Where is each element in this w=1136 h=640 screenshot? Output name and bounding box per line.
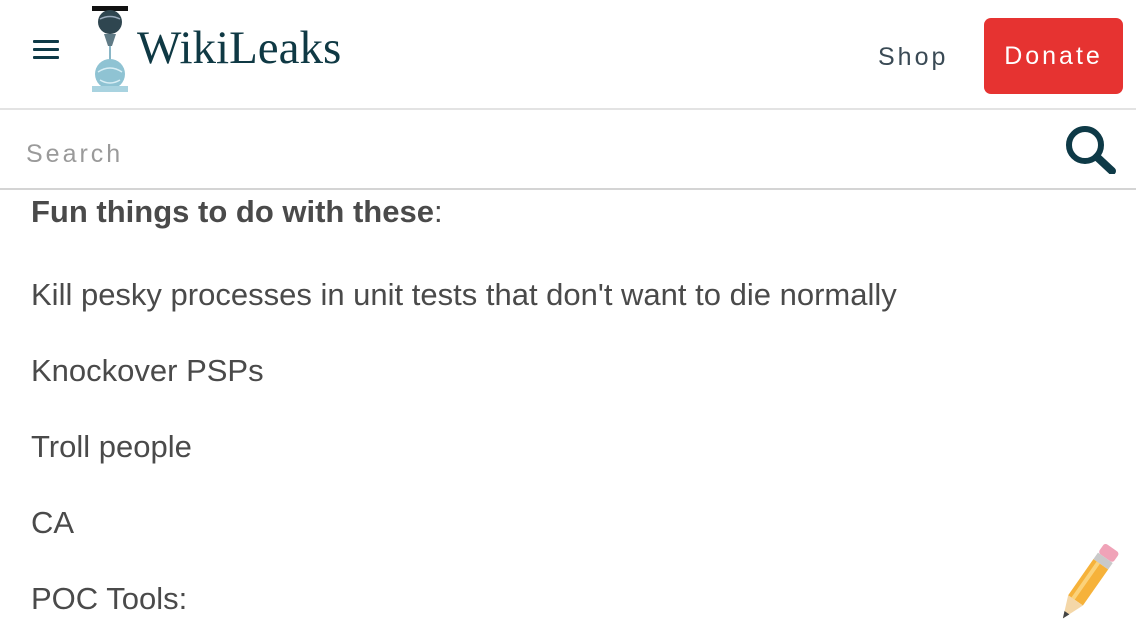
pencil-icon[interactable] <box>1052 534 1122 634</box>
section-heading: Fun things to do with these: <box>31 194 443 230</box>
search-input[interactable] <box>26 136 1006 172</box>
list-item: Kill pesky processes in unit tests that … <box>31 277 897 312</box>
wikileaks-logo-icon[interactable] <box>88 6 132 94</box>
list-item: Knockover PSPs <box>31 353 264 388</box>
site-header: WikiLeaks Shop Donate <box>0 0 1136 110</box>
search-icon[interactable] <box>1062 124 1118 174</box>
search-bar <box>0 110 1136 190</box>
hamburger-menu-icon[interactable] <box>33 40 61 60</box>
list-item: CA <box>31 505 75 540</box>
heading-bold-text: Fun things to do with these <box>31 194 434 229</box>
shop-link[interactable]: Shop <box>878 42 948 72</box>
donate-button[interactable]: Donate <box>984 18 1123 94</box>
heading-suffix: : <box>433 194 443 229</box>
list-item: POC Tools: <box>31 581 188 616</box>
site-logo-text[interactable]: WikiLeaks <box>137 20 341 76</box>
list-item: Troll people <box>31 429 192 464</box>
